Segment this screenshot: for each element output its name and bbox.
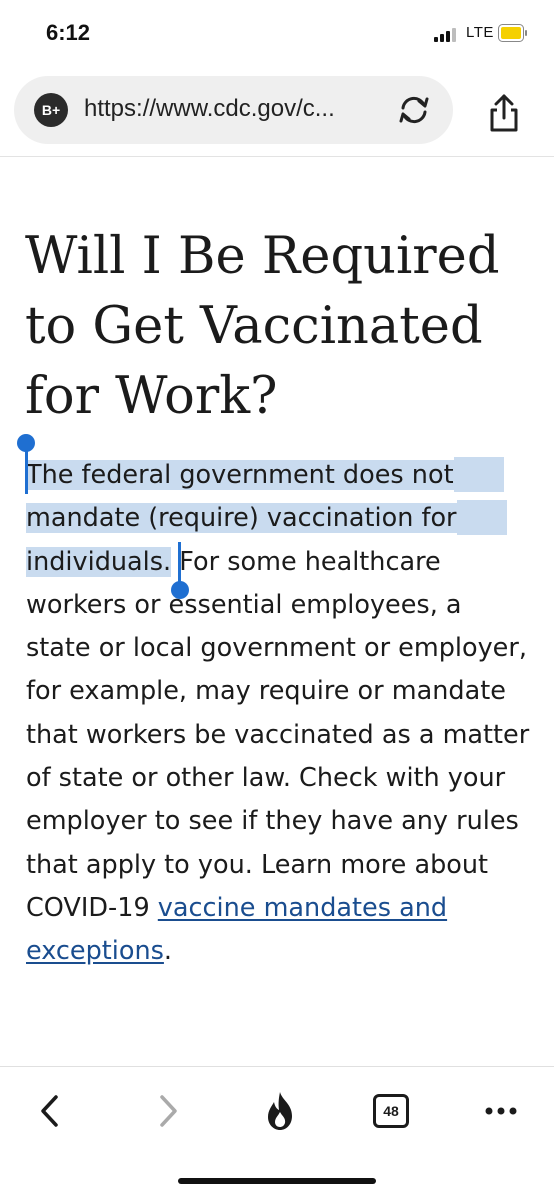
back-button[interactable]	[26, 1088, 72, 1134]
top-divider	[0, 156, 554, 157]
more-button[interactable]	[478, 1088, 524, 1134]
more-icon	[485, 1107, 517, 1115]
trailing-text: .	[163, 936, 173, 967]
body-text: For some healthcare workers or essential…	[26, 546, 530, 923]
selected-text[interactable]: The federal government does not	[26, 460, 454, 490]
selected-text[interactable]: mandate (require) vaccination for	[26, 503, 457, 534]
article-body[interactable]: The federal government does not mandate (…	[26, 454, 531, 974]
forward-button[interactable]	[146, 1088, 192, 1134]
network-label: LTE	[466, 24, 494, 41]
tabs-icon: 48	[373, 1094, 409, 1128]
reload-icon[interactable]	[397, 95, 431, 125]
burn-button[interactable]	[257, 1088, 303, 1134]
selection-end-caret	[178, 542, 181, 582]
address-bar[interactable]: B+ https://www.cdc.gov/c...	[14, 76, 453, 144]
status-bar: 6:12 LTE	[0, 0, 554, 70]
url-text[interactable]: https://www.cdc.gov/c...	[84, 95, 394, 123]
share-icon[interactable]	[484, 92, 524, 134]
selection-extension	[453, 457, 504, 492]
battery-icon	[498, 24, 527, 42]
site-badge-icon[interactable]: B+	[34, 93, 68, 127]
flame-icon	[268, 1092, 292, 1130]
back-icon	[41, 1095, 58, 1127]
selection-end-handle[interactable]	[171, 581, 189, 599]
status-time: 6:12	[46, 20, 91, 45]
selection-start-caret	[25, 450, 28, 494]
tabs-button[interactable]: 48	[368, 1088, 414, 1134]
page-title: Will I Be Required to Get Vaccinated for…	[25, 227, 500, 426]
selected-text[interactable]: individuals.	[26, 546, 172, 577]
signal-icon	[434, 28, 456, 42]
forward-icon	[160, 1095, 177, 1127]
home-indicator[interactable]	[178, 1178, 376, 1184]
selection-extension	[456, 500, 507, 536]
bottom-divider	[0, 1066, 554, 1067]
